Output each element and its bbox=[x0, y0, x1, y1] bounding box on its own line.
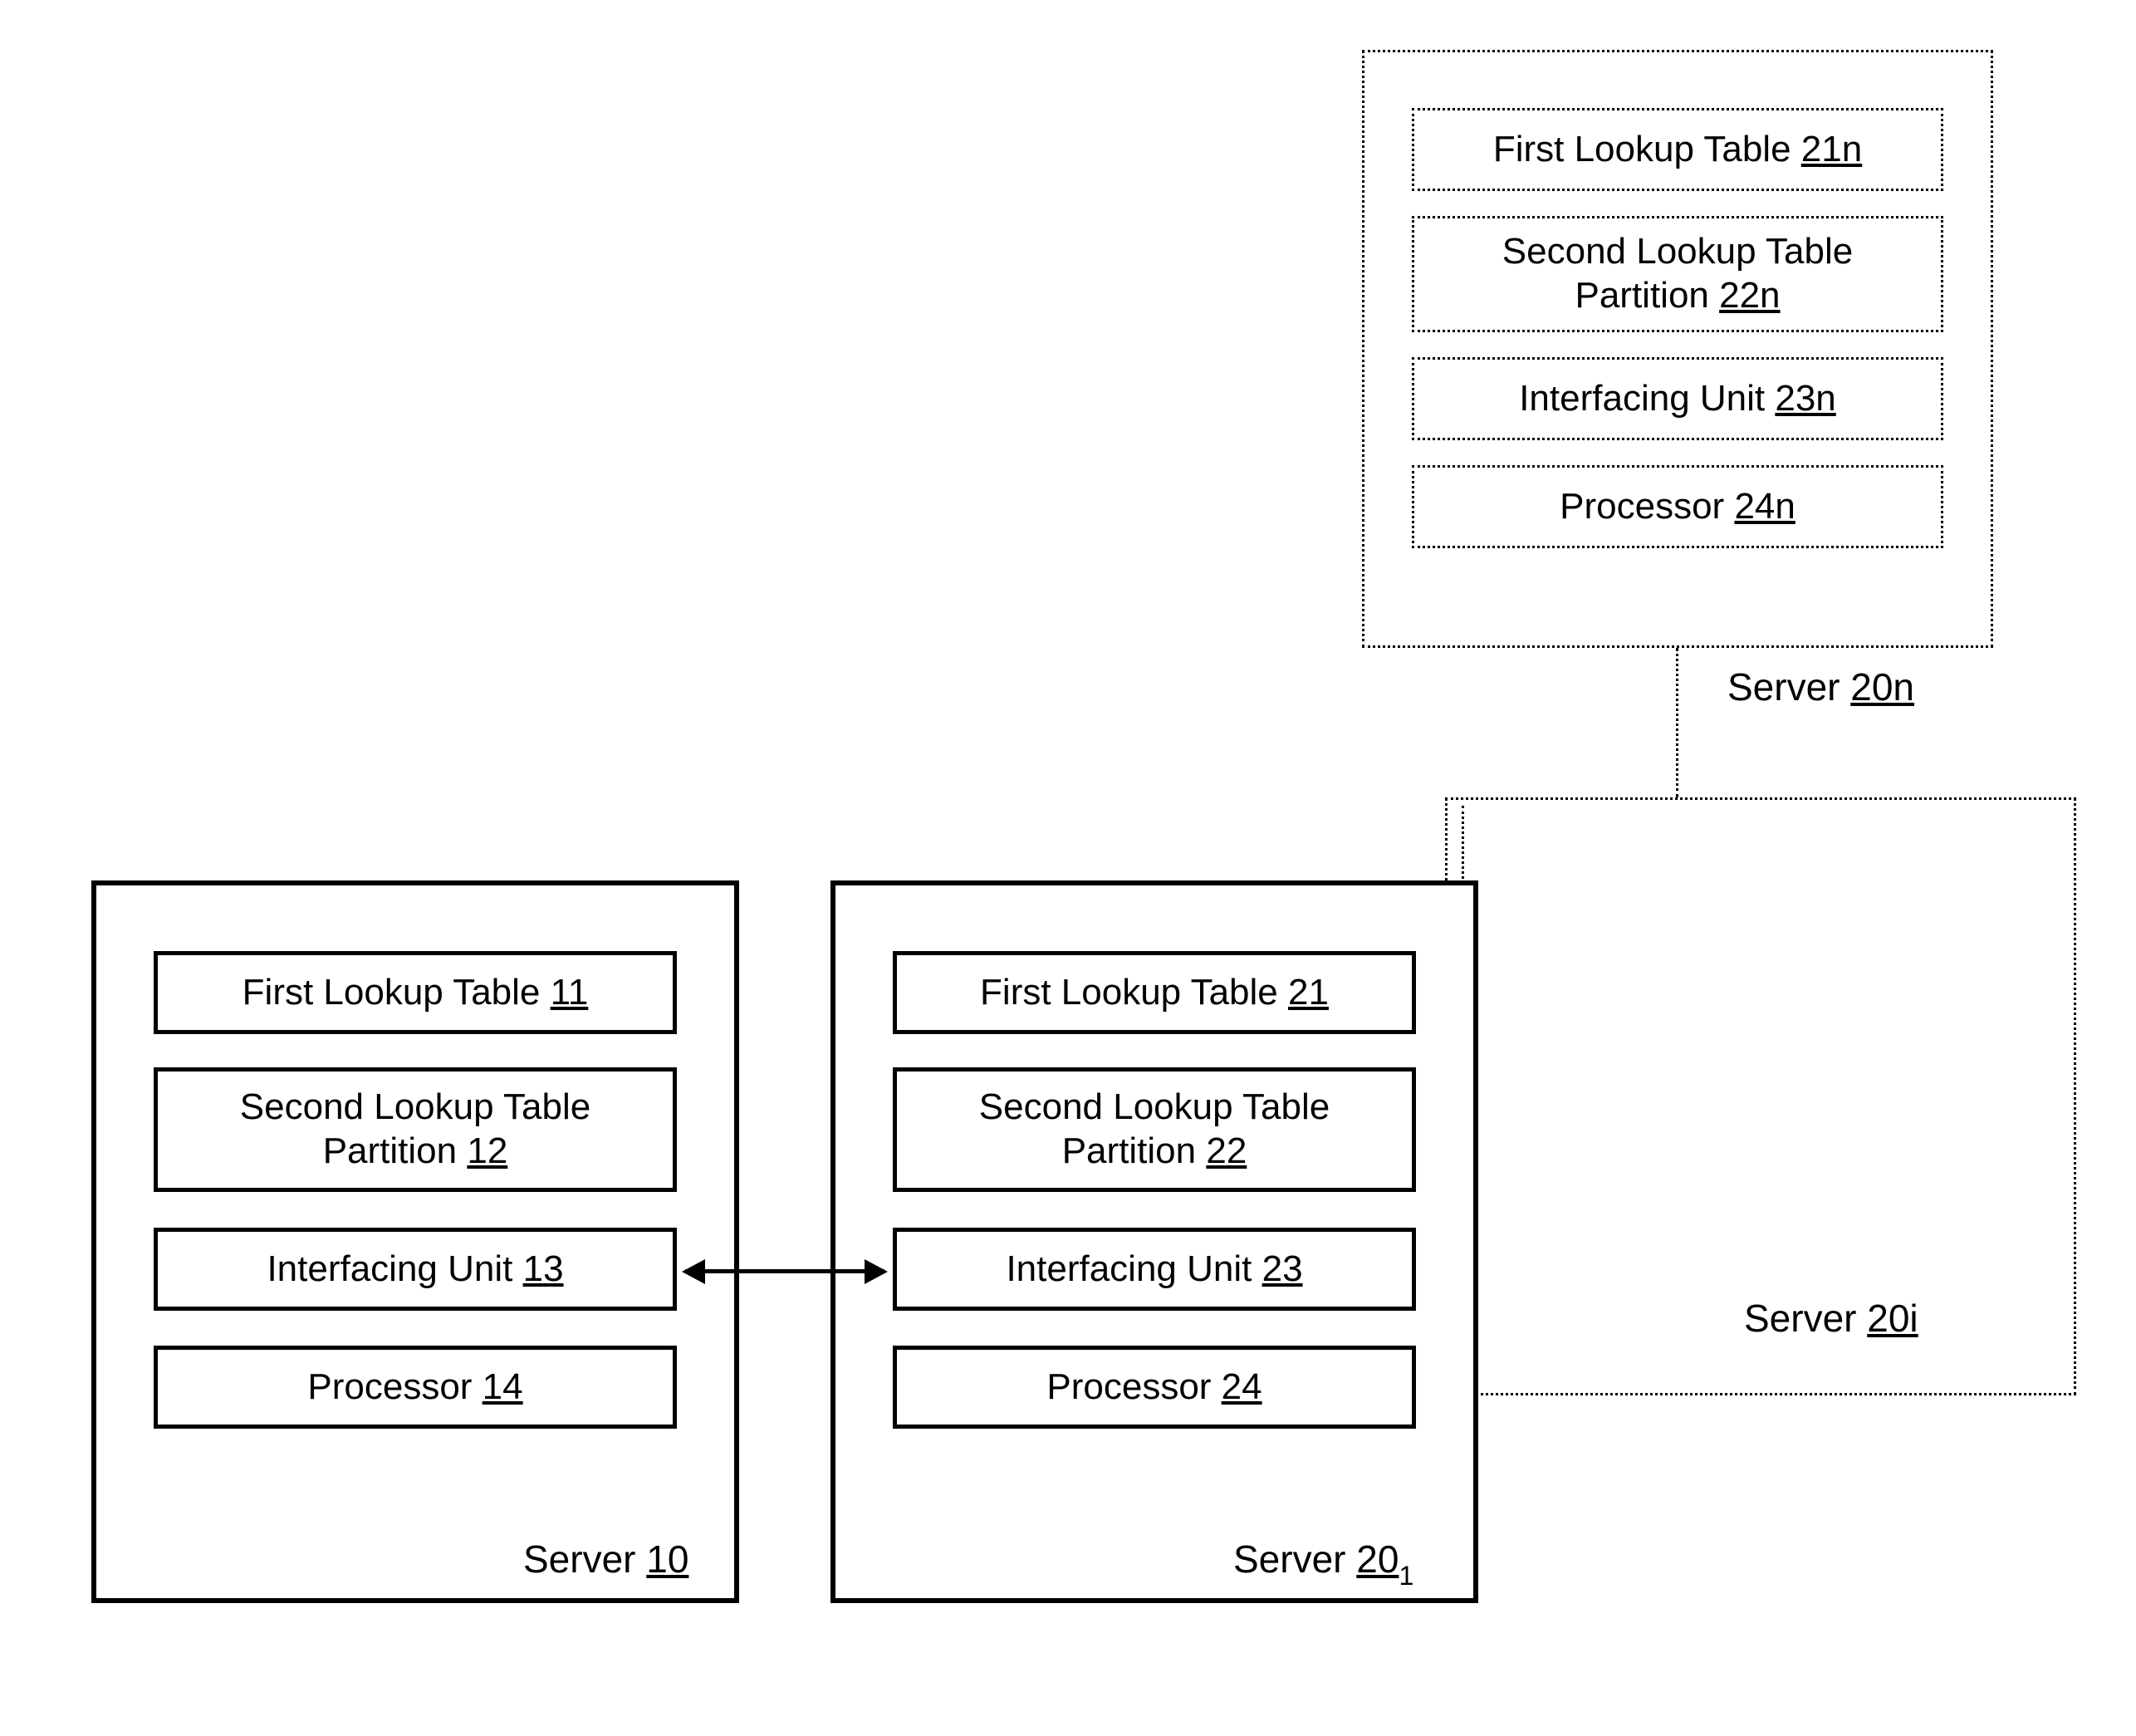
server-20n-processor: Processor 24n bbox=[1412, 465, 1943, 548]
server-10-interfacing-ref: 13 bbox=[523, 1248, 564, 1289]
diagram-canvas: First Lookup Table 21n Second Lookup Tab… bbox=[0, 0, 2136, 1736]
server-201-first-lookup-ref: 21 bbox=[1288, 972, 1329, 1013]
server-20n-first-lookup: First Lookup Table 21n bbox=[1412, 108, 1943, 191]
server-201-first-lookup-text: First Lookup Table bbox=[980, 972, 1288, 1013]
server-201-first-lookup: First Lookup Table 21 bbox=[893, 951, 1416, 1034]
server-201-label-ref: 20 bbox=[1356, 1537, 1399, 1581]
server-20i-label: Server 20i bbox=[1744, 1296, 1918, 1341]
server-20n-second-lookup-line1: Second Lookup Table bbox=[1502, 231, 1853, 272]
server-10-first-lookup-ref: 11 bbox=[551, 972, 589, 1013]
server-201-second-lookup-ref: 22 bbox=[1206, 1130, 1247, 1171]
server-10-label-ref: 10 bbox=[646, 1537, 688, 1581]
server-10-first-lookup: First Lookup Table 11 bbox=[154, 951, 677, 1034]
server-201-label: Server 201 bbox=[1233, 1537, 1413, 1587]
server-10-label-prefix: Server bbox=[523, 1537, 646, 1581]
server-10-interfacing: Interfacing Unit 13 bbox=[154, 1228, 677, 1311]
server-20n-first-lookup-text: First Lookup Table bbox=[1493, 129, 1801, 169]
server-201-label-sub: 1 bbox=[1399, 1561, 1413, 1591]
server-20n-interfacing: Interfacing Unit 23n bbox=[1412, 357, 1943, 440]
arrow-interfacing-13-to-23 bbox=[685, 1269, 884, 1273]
server-20n-second-lookup: Second Lookup Table Partition 22n bbox=[1412, 216, 1943, 332]
server-201-interfacing: Interfacing Unit 23 bbox=[893, 1228, 1416, 1311]
server-201-label-prefix: Server bbox=[1233, 1537, 1356, 1581]
server-201-processor: Processor 24 bbox=[893, 1346, 1416, 1429]
server-10-interfacing-text: Interfacing Unit bbox=[267, 1248, 522, 1289]
server-20i-label-prefix: Server bbox=[1744, 1297, 1867, 1340]
server-10-first-lookup-text: First Lookup Table bbox=[243, 972, 551, 1013]
server-201-interfacing-text: Interfacing Unit bbox=[1006, 1248, 1262, 1289]
server-201-processor-ref: 24 bbox=[1222, 1366, 1262, 1407]
server-20n-second-lookup-ref: 22n bbox=[1719, 275, 1780, 316]
server-201-second-lookup-line1: Second Lookup Table bbox=[979, 1086, 1330, 1127]
server-20n-label-ref: 20n bbox=[1850, 665, 1914, 709]
server-10-second-lookup: Second Lookup Table Partition 12 bbox=[154, 1067, 677, 1192]
server-20n-processor-text: Processor bbox=[1560, 486, 1734, 527]
server-10-second-lookup-line1: Second Lookup Table bbox=[240, 1086, 590, 1127]
server-20n-processor-ref: 24n bbox=[1734, 486, 1795, 527]
server-10-processor-ref: 14 bbox=[483, 1366, 523, 1407]
server-20n-label-prefix: Server bbox=[1727, 665, 1850, 709]
server-10-processor: Processor 14 bbox=[154, 1346, 677, 1429]
server-201-second-lookup-line2-prefix: Partition bbox=[1062, 1130, 1207, 1171]
server-201-processor-text: Processor bbox=[1046, 1366, 1221, 1407]
server-20i-label-ref: 20i bbox=[1867, 1297, 1918, 1340]
server-10-second-lookup-line2-prefix: Partition bbox=[323, 1130, 468, 1171]
server-20n-first-lookup-ref: 21n bbox=[1801, 129, 1862, 169]
connector-20n-to-20i bbox=[1676, 648, 1678, 797]
server-20n-interfacing-text: Interfacing Unit bbox=[1519, 378, 1775, 419]
server-201-interfacing-ref: 23 bbox=[1262, 1248, 1303, 1289]
server-20n-interfacing-ref: 23n bbox=[1775, 378, 1835, 419]
server-201-second-lookup: Second Lookup Table Partition 22 bbox=[893, 1067, 1416, 1192]
server-20n-label: Server 20n bbox=[1727, 664, 1914, 709]
server-10-label: Server 10 bbox=[523, 1537, 688, 1582]
server-20n-second-lookup-line2-prefix: Partition bbox=[1575, 275, 1719, 316]
server-10-processor-text: Processor bbox=[307, 1366, 482, 1407]
server-10-second-lookup-ref: 12 bbox=[467, 1130, 507, 1171]
